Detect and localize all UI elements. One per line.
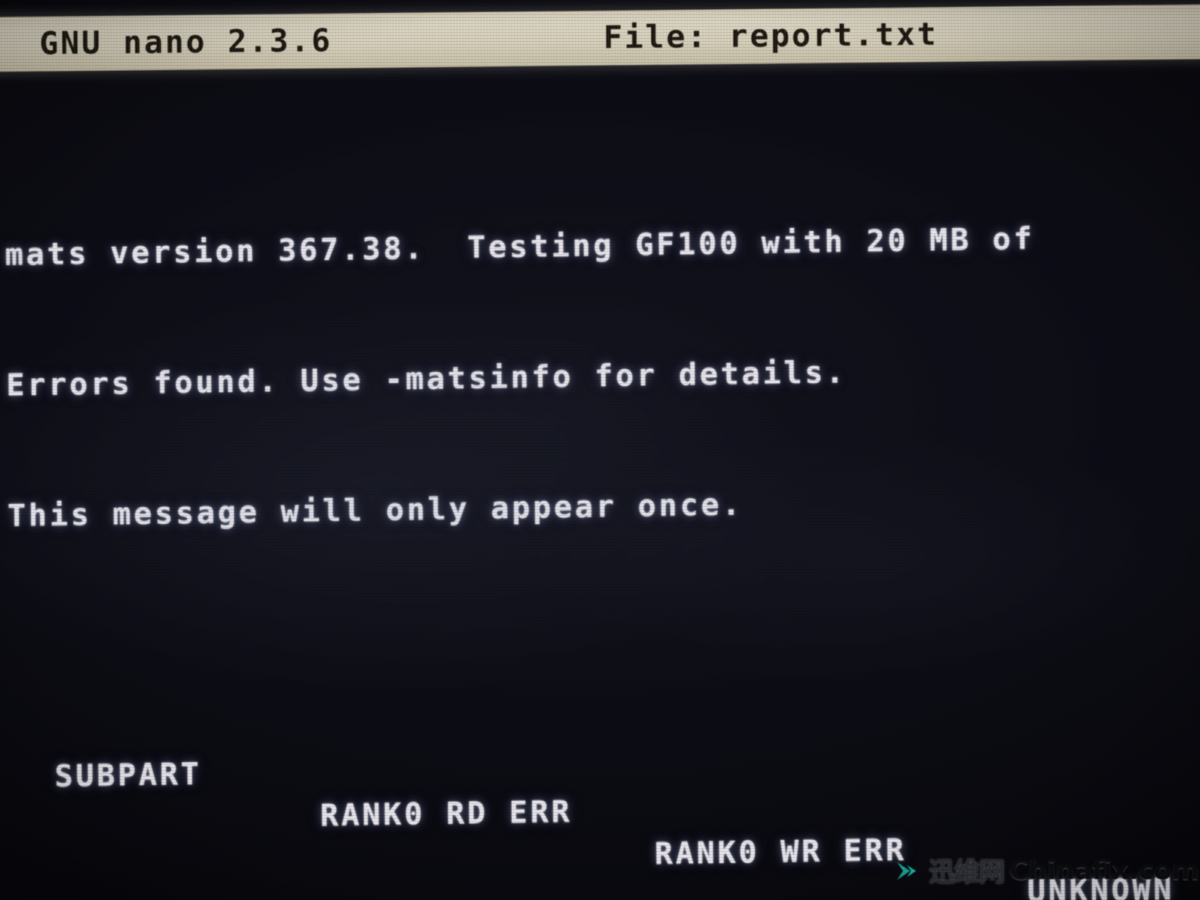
header-rank0-wr-err: RANK0 WR ERR	[654, 832, 907, 873]
terminal-text-area: mats version 367.38. Testing GF100 with …	[0, 84, 1200, 900]
header-rank0-rd-err: RANK0 RD ERR	[319, 794, 573, 834]
mats-version-line: mats version 367.38. Testing GF100 with …	[4, 221, 1035, 274]
errors-found-line: Errors found. Use -matsinfo for details.	[6, 355, 847, 404]
header-subpart: SUBPART	[54, 756, 202, 795]
nano-terminal-screenshot: GNU nano 2.3.6 File: report.txt mats ver…	[0, 0, 1200, 900]
nano-title-bar: GNU nano 2.3.6 File: report.txt	[0, 4, 1200, 72]
message-once-line: This message will only appear once.	[7, 487, 744, 535]
nano-filename-label: File: report.txt	[603, 16, 939, 57]
nano-version-label: GNU nano 2.3.6	[39, 22, 333, 63]
header-unknown: UNKNOWN	[1027, 872, 1175, 900]
table-header-row: SUBPART RANK0 RD ERR RANK0 WR ERR UNKNOW…	[0, 693, 1200, 900]
